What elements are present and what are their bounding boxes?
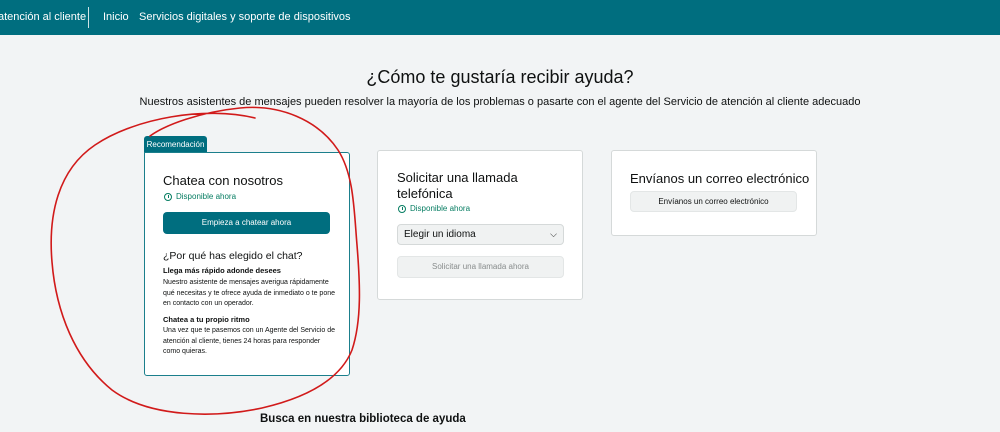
page-subtitle: Nuestros asistentes de mensajes pueden r… [139,96,861,108]
call-availability-text: Disponible ahora [410,204,471,213]
page-title: ¿Cómo te gustaría recibir ayuda? [366,67,634,87]
nav-customer-service[interactable]: atención al cliente [0,11,86,23]
start-chat-button[interactable]: Empieza a chatear ahora [163,212,330,234]
call-card-title-line2: telefónica [397,186,453,201]
reason-title-faster: Llega más rápido adonde desees [163,266,281,275]
clock-icon [398,204,406,213]
nav-digital-services[interactable]: Servicios digitales y soporte de disposi… [139,11,351,23]
reason-text-own-pace: Una vez que te pasemos con un Agente del… [163,327,335,355]
chat-availability-text: Disponible ahora [176,192,237,201]
send-email-button[interactable]: Envíanos un correo electrónico [630,191,797,212]
top-nav-bar: atención al cliente Inicio Servicios dig… [0,0,1000,35]
chat-availability: Disponible ahora [164,192,236,201]
why-chat-title: ¿Por qué has elegido el chat? [163,250,303,262]
help-library-heading: Busca en nuestra biblioteca de ayuda [260,413,466,425]
call-card-title: Solicitar una llamada telefónica [397,170,567,202]
language-select-value: Elegir un idioma [404,229,476,240]
recommendation-badge: Recomendación [144,136,207,153]
call-availability: Disponible ahora [398,204,470,213]
email-card-title: Envíanos un correo electrónico [630,171,810,186]
chevron-down-icon: ⌵ [550,229,557,239]
request-call-button[interactable]: Solicitar una llamada ahora [397,256,564,278]
call-card-title-line1: Solicitar una llamada [397,170,518,185]
reason-title-own-pace: Chatea a tu propio ritmo [163,315,250,324]
language-select[interactable]: Elegir un idioma ⌵ [397,224,564,245]
nav-divider [88,7,89,28]
clock-icon [164,192,172,201]
reason-text-faster: Nuestro asistente de mensajes averigua r… [163,279,336,307]
chat-card-title: Chatea con nosotros [163,173,283,188]
nav-home[interactable]: Inicio [103,11,129,23]
